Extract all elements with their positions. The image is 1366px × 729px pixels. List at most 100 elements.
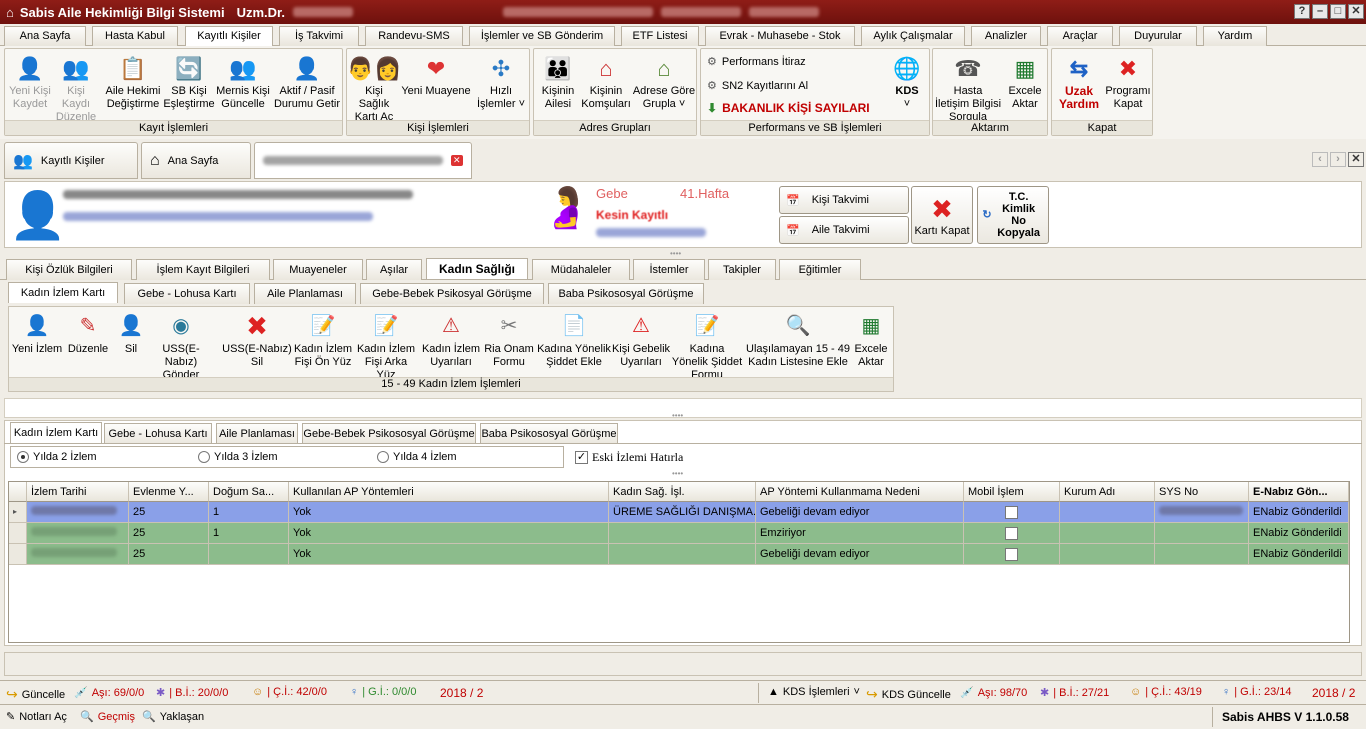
kds-operations-button[interactable]: ▲ KDS İşlemleri ˅ xyxy=(768,686,860,698)
menu-tab-randevu-sms[interactable]: Randevu-SMS xyxy=(365,26,463,46)
table-row[interactable]: 25 1 Yok Emziriyor ENabiz Gönderildi xyxy=(9,523,1349,544)
menu-tab-is-takvimi[interactable]: İş Takvimi xyxy=(279,26,359,46)
menu-tab-kayitli-kisiler[interactable]: Kayıtlı Kişiler xyxy=(185,26,273,47)
tab-muayeneler[interactable]: Muayeneler xyxy=(273,259,363,280)
close-window-button[interactable]: ✕ xyxy=(1348,4,1364,19)
subtab-kadin-izlem[interactable]: Kadın İzlem Kartı xyxy=(8,282,118,303)
menu-tab-etf-listesi[interactable]: ETF Listesi xyxy=(621,26,699,46)
menu-tab-evrak[interactable]: Evrak - Muhasebe - Stok xyxy=(705,26,855,46)
col-dogum[interactable]: Doğum Sa... xyxy=(209,482,289,502)
tab-takipler[interactable]: Takipler xyxy=(708,259,776,280)
col-kadin-sag[interactable]: Kadın Sağ. İşl. xyxy=(609,482,756,502)
col-kurum[interactable]: Kurum Adı xyxy=(1060,482,1155,502)
subtab-gebe-bebek[interactable]: Gebe-Bebek Psikosyal Görüşme xyxy=(360,283,544,304)
mobile-checkbox[interactable] xyxy=(1005,505,1018,519)
copy-tc-button[interactable]: ↻ T.C. Kimlik No Kopyala xyxy=(977,186,1049,244)
col-izlem-tarihi[interactable]: İzlem Tarihi xyxy=(27,482,129,502)
group-by-address-button[interactable]: ⌂ Adrese Göre Grupla ˅ xyxy=(632,53,696,111)
family-button[interactable]: 👪 Kişinin Ailesi xyxy=(536,53,580,111)
table-row[interactable]: ▸ 25 1 Yok ÜREME SAĞLIĞI DANIŞMA... Gebe… xyxy=(9,502,1349,523)
edit-visit-button[interactable]: ✎ Düzenle xyxy=(65,311,111,356)
tabs-prev-icon[interactable]: ‹ xyxy=(1312,152,1328,167)
ci-count[interactable]: ☺ | Ç.İ.: 42/0/0 xyxy=(252,686,327,698)
tab-ozluk[interactable]: Kişi Özlük Bilgileri xyxy=(6,259,132,280)
health-card-button[interactable]: 👨‍👩 Kişi Sağlık Kartı Aç xyxy=(347,53,402,124)
menu-tab-ana-sayfa[interactable]: Ana Sayfa xyxy=(4,26,86,46)
ministry-counts-item[interactable]: ⬇ BAKANLIK KİŞİ SAYILARI xyxy=(707,101,870,115)
gi-count-2[interactable]: ♀ | G.İ.: 23/14 xyxy=(1222,686,1292,698)
maximize-button[interactable]: □ xyxy=(1330,4,1346,19)
ria-consent-button[interactable]: ✂ Ria Onam Formu xyxy=(483,311,535,369)
upcoming-button[interactable]: 🔍 Yaklaşan xyxy=(142,710,204,724)
subtab-aile-planlamasi[interactable]: Aile Planlaması xyxy=(254,283,356,304)
open-notes-button[interactable]: ✎ Notları Aç xyxy=(6,710,67,724)
vaccine-count[interactable]: 💉 Aşı: 69/0/0 xyxy=(74,686,144,700)
close-program-button[interactable]: ✖ Programı Kapat xyxy=(1104,53,1152,111)
menu-tab-aylik[interactable]: Aylık Çalışmalar xyxy=(861,26,965,46)
tabs-next-icon[interactable]: › xyxy=(1330,152,1346,167)
radio-4-visits[interactable]: Yılda 4 İzlem xyxy=(377,451,457,463)
sb-match-button[interactable]: 🔄 SB Kişi Eşleştirme xyxy=(163,53,215,111)
lower-tab-baba[interactable]: Baba Psikososyal Görüşme xyxy=(480,423,618,444)
remember-old-visit-checkbox[interactable]: ✓ Eski İzlemi Hatırla xyxy=(575,450,683,465)
neighbours-button[interactable]: ⌂ Kişinin Komşuları xyxy=(580,53,632,111)
splitter-grip[interactable]: •••• xyxy=(670,249,681,258)
lower-tab-kadin-izlem[interactable]: Kadın İzlem Kartı xyxy=(10,422,102,443)
menu-tab-hasta-kabul[interactable]: Hasta Kabul xyxy=(92,26,178,46)
violence-form-button[interactable]: 📝 Kadına Yönelik Şiddet Formu xyxy=(671,311,743,382)
col-mobil[interactable]: Mobil İşlem xyxy=(964,482,1060,502)
minimize-button[interactable]: – xyxy=(1312,4,1328,19)
vaccine-count-2[interactable]: 💉 Aşı: 98/70 xyxy=(960,686,1027,700)
contact-query-button[interactable]: ☎ Hasta İletişim Bilgisi Sorgula xyxy=(935,53,1001,124)
sn2-records-item[interactable]: ⚙ SN2 Kayıtlarını Al xyxy=(707,79,808,93)
tab-islem-kayit[interactable]: İşlem Kayıt Bilgileri xyxy=(136,259,270,280)
help-window-button[interactable]: ? xyxy=(1294,4,1310,19)
ci-count-2[interactable]: ☺ | Ç.İ.: 43/19 xyxy=(1130,686,1202,698)
kds-update-button[interactable]: ↪ KDS Güncelle xyxy=(866,686,951,703)
tab-mudahaleler[interactable]: Müdahaleler xyxy=(532,259,630,280)
lower-tab-aile-planlamasi[interactable]: Aile Planlaması xyxy=(216,423,298,444)
mernis-update-button[interactable]: 👥 Mernis Kişi Güncelle xyxy=(215,53,271,111)
pregnancy-warnings-button[interactable]: ⚠ Kişi Gebelik Uyarıları xyxy=(611,311,671,369)
menu-tab-analizler[interactable]: Analizler xyxy=(971,26,1041,46)
form-front-button[interactable]: 📝 Kadın İzlem Fişi Ön Yüz xyxy=(293,311,353,369)
uss-delete-button[interactable]: ✖ USS(E-Nabız) Sil xyxy=(221,311,293,369)
update-button[interactable]: ↪ Güncelle xyxy=(6,686,65,703)
menu-tab-yardim[interactable]: Yardım xyxy=(1203,26,1267,46)
new-exam-button[interactable]: ❤ Yeni Muayene xyxy=(401,53,471,98)
radio-2-visits[interactable]: Yılda 2 İzlem xyxy=(17,451,97,463)
splitter-grip-3[interactable]: •••• xyxy=(672,469,683,478)
close-card-button[interactable]: ✖ Kartı Kapat xyxy=(911,186,973,244)
radio-3-visits[interactable]: Yılda 3 İzlem xyxy=(198,451,278,463)
unreachable-add-button[interactable]: 🔍 Ulaşılamayan 15 - 49 Kadın Listesine Ek… xyxy=(745,311,851,369)
uss-send-button[interactable]: ◉ USS(E-Nabız) Gönder xyxy=(153,311,209,382)
remote-help-button[interactable]: ⇆ Uzak Yardım xyxy=(1054,53,1104,111)
table-row[interactable]: 25 Yok Gebeliği devam ediyor ENabiz Gönd… xyxy=(9,544,1349,565)
tab-istemler[interactable]: İstemler xyxy=(633,259,705,280)
change-doctor-button[interactable]: 📋 Aile Hekimi Değiştirme xyxy=(103,53,163,111)
tab-egitimler[interactable]: Eğitimler xyxy=(779,259,861,280)
bi-count[interactable]: ✱ | B.İ.: 20/0/0 xyxy=(156,686,228,700)
export-excel-button[interactable]: ▦ Excele Aktar xyxy=(1003,53,1047,111)
person-calendar-button[interactable]: 📅 Kişi Takvimi xyxy=(779,186,909,214)
mobile-checkbox[interactable] xyxy=(1005,547,1018,561)
col-enabiz[interactable]: E-Nabız Gön... xyxy=(1249,482,1349,502)
close-tab-icon[interactable]: ✕ xyxy=(451,155,463,166)
violence-add-button[interactable]: 📄 Kadına Yönelik Şiddet Ekle xyxy=(537,311,611,369)
gi-count[interactable]: ♀ | G.İ.: 0/0/0 xyxy=(350,686,416,698)
menu-tab-araclar[interactable]: Araçlar xyxy=(1047,26,1113,46)
new-person-button[interactable]: 👤 Yeni Kişi Kaydet xyxy=(7,53,53,111)
col-evlenme[interactable]: Evlenme Y... xyxy=(129,482,209,502)
form-back-button[interactable]: 📝 Kadın İzlem Fişi Arka Yüz xyxy=(355,311,417,382)
active-passive-button[interactable]: 👤 Aktif / Pasif Durumu Getir xyxy=(273,53,341,111)
lower-tab-gebe-bebek[interactable]: Gebe-Bebek Psikososyal Görüşme xyxy=(302,423,476,444)
edit-person-button[interactable]: 👥 Kişi Kaydı Düzenle xyxy=(53,53,99,124)
doc-tab-patient[interactable]: ✕ xyxy=(254,142,472,179)
excel-export-button-2[interactable]: ▦ Excele Aktar xyxy=(851,311,891,369)
bi-count-2[interactable]: ✱ | B.İ.: 27/21 xyxy=(1040,686,1109,700)
subtab-gebe-lohusa[interactable]: Gebe - Lohusa Kartı xyxy=(124,283,250,304)
splitter-grip-2[interactable]: •••• xyxy=(672,411,683,420)
subtab-baba[interactable]: Baba Psikososyal Görüşme xyxy=(548,283,704,304)
col-ap-neden[interactable]: AP Yöntemi Kullanmama Nedeni xyxy=(756,482,964,502)
lower-tab-gebe-lohusa[interactable]: Gebe - Lohusa Kartı xyxy=(104,423,212,444)
